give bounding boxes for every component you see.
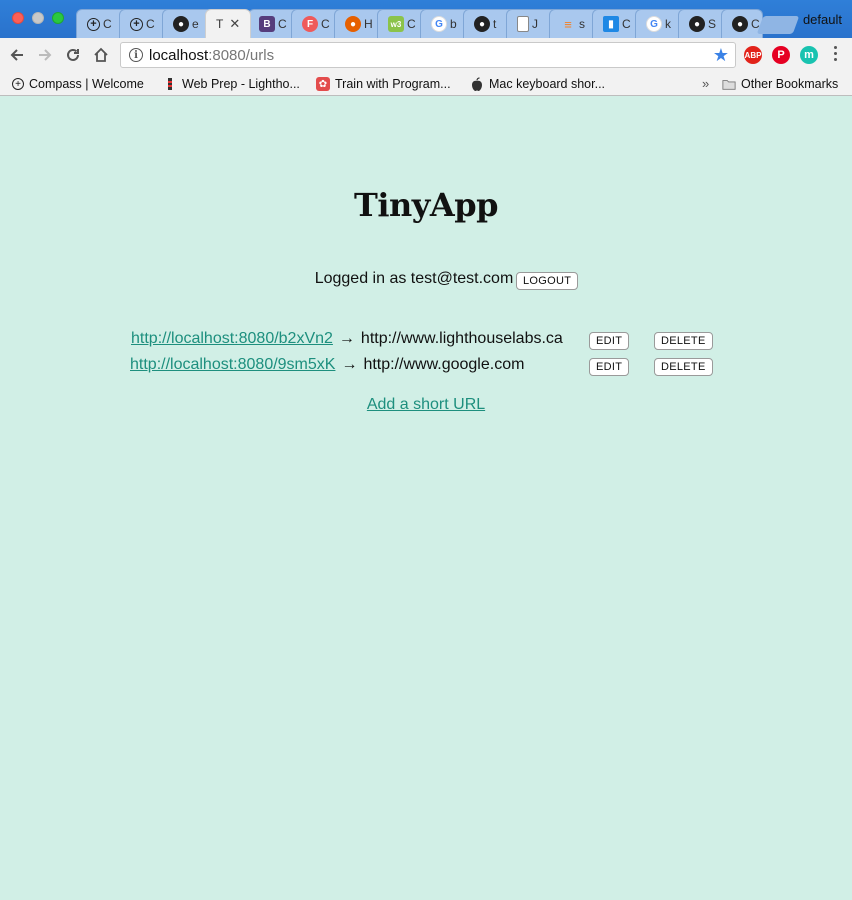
bookmark-label: Train with Program... (335, 77, 451, 91)
compass-icon: + (87, 17, 100, 31)
tabs-container: + C + C ● e T ✕ B C F C ● H w3 C G b ● t… (76, 9, 796, 38)
github-icon: ● (474, 16, 490, 32)
arrow-icon: → (338, 330, 355, 347)
adblock-plus-icon[interactable]: ABP (744, 46, 762, 64)
folder-icon (722, 77, 736, 91)
back-button[interactable] (6, 44, 28, 66)
logout-button[interactable]: LOGOUT (516, 272, 579, 290)
tab-title: C (407, 17, 416, 31)
tab-title: C (146, 17, 155, 31)
pinterest-icon[interactable]: P (772, 46, 790, 64)
tab-title: J (532, 17, 538, 31)
other-bookmarks[interactable]: Other Bookmarks (722, 75, 838, 93)
codewars-icon: ✿ (316, 77, 330, 91)
address-bar[interactable]: i localhost:8080/urls ★ (120, 42, 736, 68)
info-icon[interactable]: i (129, 48, 143, 62)
tab-title: C (278, 17, 287, 31)
add-short-url-link[interactable]: Add a short URL (0, 396, 852, 414)
tab-title: b (450, 17, 457, 31)
bookmarks-bar: + Compass | Welcome Web Prep - Lightho..… (0, 72, 852, 96)
bookmark-label: Web Prep - Lightho... (182, 77, 300, 91)
long-url: http://www.lighthouselabs.ca (360, 330, 563, 347)
home-icon (94, 47, 108, 62)
reload-button[interactable] (62, 44, 84, 66)
tab-16[interactable]: ● C (721, 9, 763, 38)
lighthouse-icon (163, 77, 177, 91)
bookmark-star-icon[interactable]: ★ (713, 45, 729, 66)
w3schools-icon: w3 (388, 16, 404, 32)
compass-icon: + (130, 17, 143, 31)
bookmark-compass[interactable]: + Compass | Welcome (12, 75, 144, 93)
bookmark-web-prep[interactable]: Web Prep - Lightho... (163, 75, 300, 93)
tab-title: e (192, 17, 199, 31)
github-icon: ● (689, 16, 705, 32)
flatiron-icon: F (302, 16, 318, 32)
new-tab-button[interactable] (756, 16, 800, 34)
tab-title: k (665, 17, 671, 31)
bookmark-label: Compass | Welcome (29, 77, 144, 91)
document-icon (517, 16, 529, 32)
url-host: localhost (149, 46, 209, 64)
window-maximize-button[interactable] (52, 12, 64, 24)
tab-title: C (321, 17, 330, 31)
tab-close-icon[interactable]: ✕ (229, 16, 240, 32)
profile-name[interactable]: default (803, 12, 842, 27)
page-title: TinyApp (354, 186, 498, 224)
edit-button[interactable]: EDIT (589, 332, 630, 350)
github-icon: ● (732, 16, 748, 32)
tab-title: s (579, 17, 585, 31)
bookmark-label: Mac keyboard shor... (489, 77, 606, 91)
compass-icon: + (12, 78, 24, 90)
tab-title: H (364, 17, 373, 31)
forward-button[interactable] (34, 44, 56, 66)
more-bookmarks-chevron[interactable]: » (702, 76, 709, 91)
tab-title: C (622, 17, 631, 31)
tab-strip: + C + C ● e T ✕ B C F C ● H w3 C G b ● t… (0, 0, 852, 38)
home-button[interactable] (90, 44, 112, 66)
tab-title: t (493, 17, 497, 31)
apple-icon (470, 77, 484, 91)
tab-title: C (103, 17, 112, 31)
bookmark-train[interactable]: ✿ Train with Program... (316, 75, 451, 93)
url-row: http://localhost:8080/9sm5xK → http://ww… (130, 354, 524, 376)
delete-button[interactable]: DELETE (654, 332, 713, 350)
back-arrow-icon (10, 49, 23, 61)
bookmark-mac-keyboard[interactable]: Mac keyboard shor... (470, 75, 605, 93)
browser-toolbar: i localhost:8080/urls ★ ABP P m (0, 38, 852, 72)
edit-button[interactable]: EDIT (589, 358, 630, 376)
google-icon: G (431, 16, 447, 32)
url-row: http://localhost:8080/b2xVn2 → http://ww… (131, 328, 563, 350)
tab-title: S (708, 17, 717, 31)
login-status: Logged in as test@test.com (0, 268, 852, 290)
github-icon: ● (173, 16, 189, 32)
url-path: :8080/urls (208, 46, 275, 64)
stackoverflow-icon: ≡ (564, 16, 572, 32)
short-url-link[interactable]: http://localhost:8080/9sm5xK (130, 356, 335, 374)
window-minimize-button[interactable] (32, 12, 44, 24)
other-bookmarks-label: Other Bookmarks (741, 77, 839, 91)
logged-in-text: Logged in as test@test.com (314, 270, 514, 287)
short-url-link[interactable]: http://localhost:8080/b2xVn2 (131, 330, 333, 348)
tab-title: T (216, 17, 224, 31)
window-close-button[interactable] (12, 12, 24, 24)
firefox-icon: ● (345, 16, 361, 32)
reload-icon (67, 48, 79, 61)
google-icon: G (646, 16, 662, 32)
browser-menu-icon[interactable] (834, 46, 838, 64)
delete-button[interactable]: DELETE (654, 358, 713, 376)
tab-active[interactable]: T ✕ (205, 9, 251, 38)
arrow-icon: → (341, 356, 358, 373)
bootstrap-icon: B (259, 16, 275, 32)
forward-arrow-icon (39, 49, 52, 61)
chart-icon: ▮ (603, 16, 619, 32)
long-url: http://www.google.com (363, 356, 525, 373)
momentum-icon[interactable]: m (800, 46, 818, 64)
